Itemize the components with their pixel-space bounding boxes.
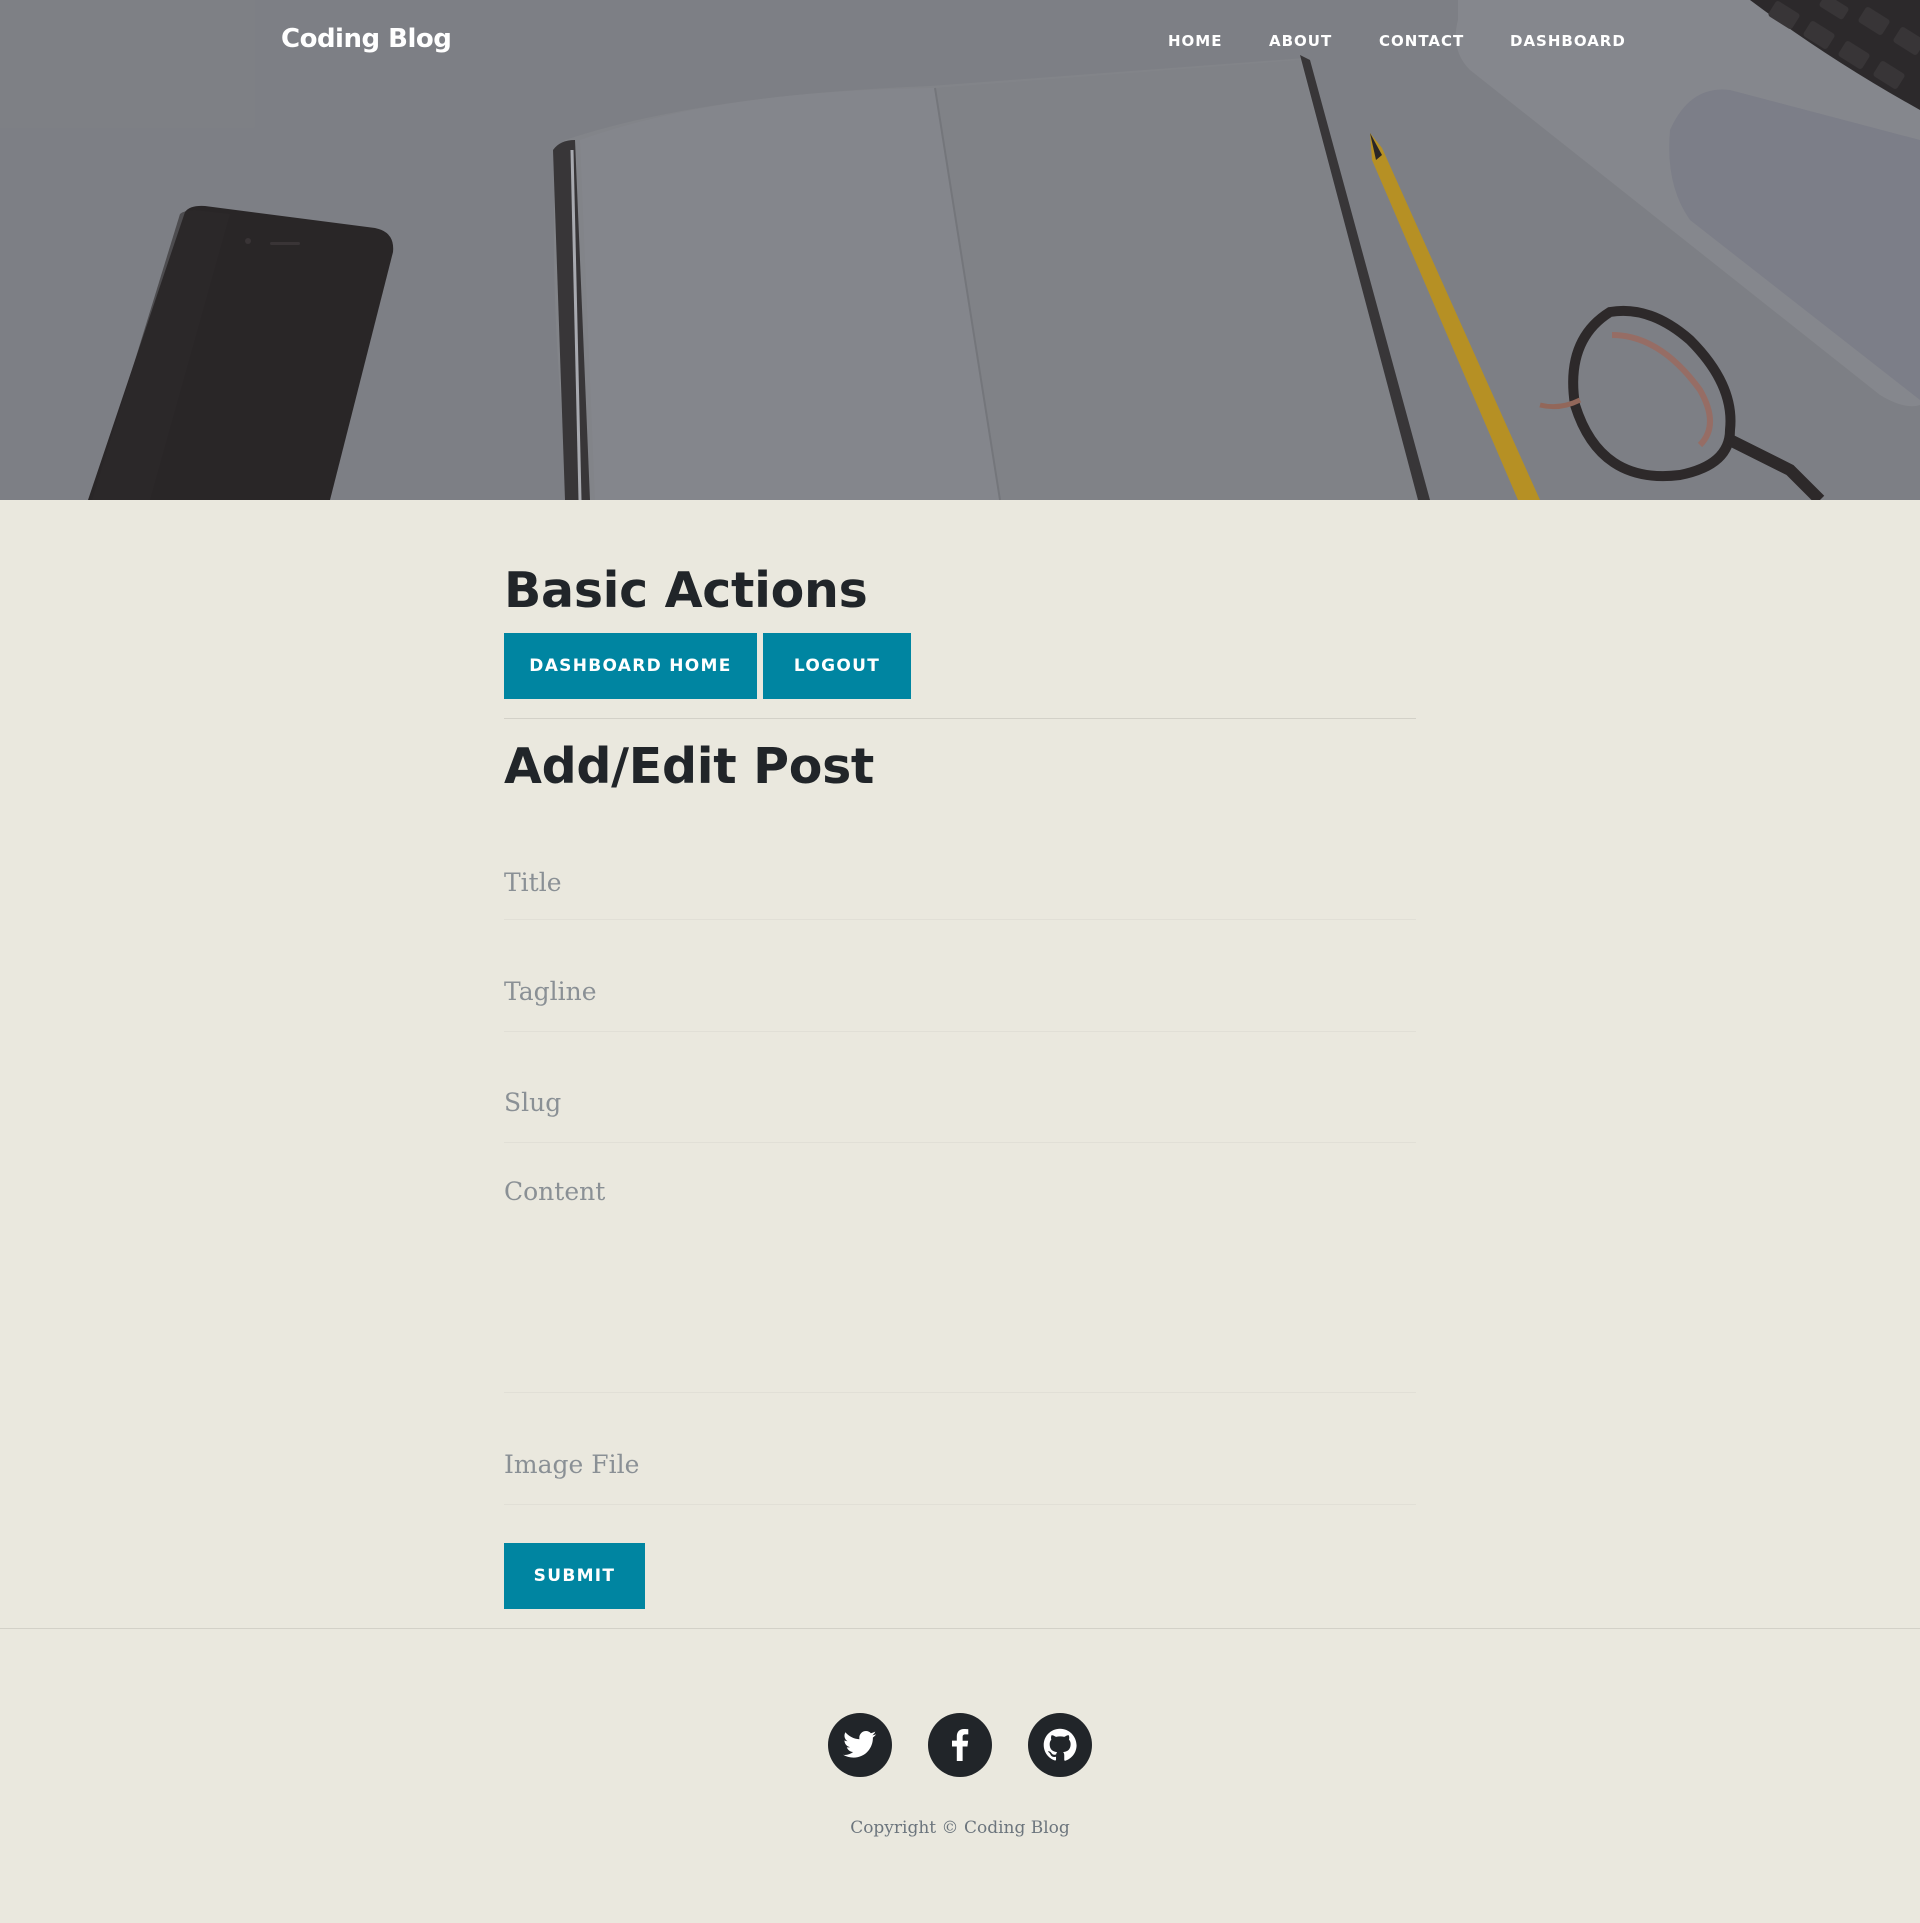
add-edit-post-heading: Add/Edit Post	[504, 738, 875, 795]
nav-links: Home About Contact Dashboard	[0, 32, 1920, 54]
github-link[interactable]	[1028, 1713, 1092, 1777]
nav-home-link[interactable]: Home	[1168, 32, 1222, 50]
content-textarea[interactable]	[504, 1167, 1416, 1392]
tagline-field	[504, 951, 1416, 1032]
social-links	[0, 1713, 1920, 1777]
section-divider	[504, 718, 1416, 719]
basic-actions-heading: Basic Actions	[504, 562, 868, 619]
slug-input[interactable]	[504, 1063, 1416, 1142]
slug-field	[504, 1063, 1416, 1143]
dashboard-home-button[interactable]: Dashboard Home	[504, 633, 757, 699]
nav-dashboard-link[interactable]: Dashboard	[1510, 32, 1626, 50]
facebook-link[interactable]	[928, 1713, 992, 1777]
logout-button[interactable]: Logout	[763, 633, 911, 699]
title-input[interactable]	[504, 840, 1416, 919]
copyright-text: Copyright © Coding Blog	[850, 1818, 1070, 1838]
tagline-input[interactable]	[504, 951, 1416, 1031]
masthead-hero: Coding Blog Home About Contact Dashboard	[0, 0, 1920, 500]
facebook-icon	[952, 1729, 969, 1761]
github-icon	[1043, 1728, 1077, 1761]
footer-divider	[0, 1628, 1920, 1629]
submit-button[interactable]: Submit	[504, 1543, 645, 1609]
nav-contact-link[interactable]: Contact	[1379, 32, 1464, 50]
content-field	[504, 1167, 1416, 1393]
title-field	[504, 840, 1416, 920]
twitter-icon	[843, 1731, 877, 1758]
image-file-input[interactable]	[504, 1424, 1416, 1504]
nav-about-link[interactable]: About	[1269, 32, 1332, 50]
main-navbar: Coding Blog Home About Contact Dashboard	[0, 0, 1920, 84]
twitter-link[interactable]	[828, 1713, 892, 1777]
image-file-field	[504, 1424, 1416, 1505]
